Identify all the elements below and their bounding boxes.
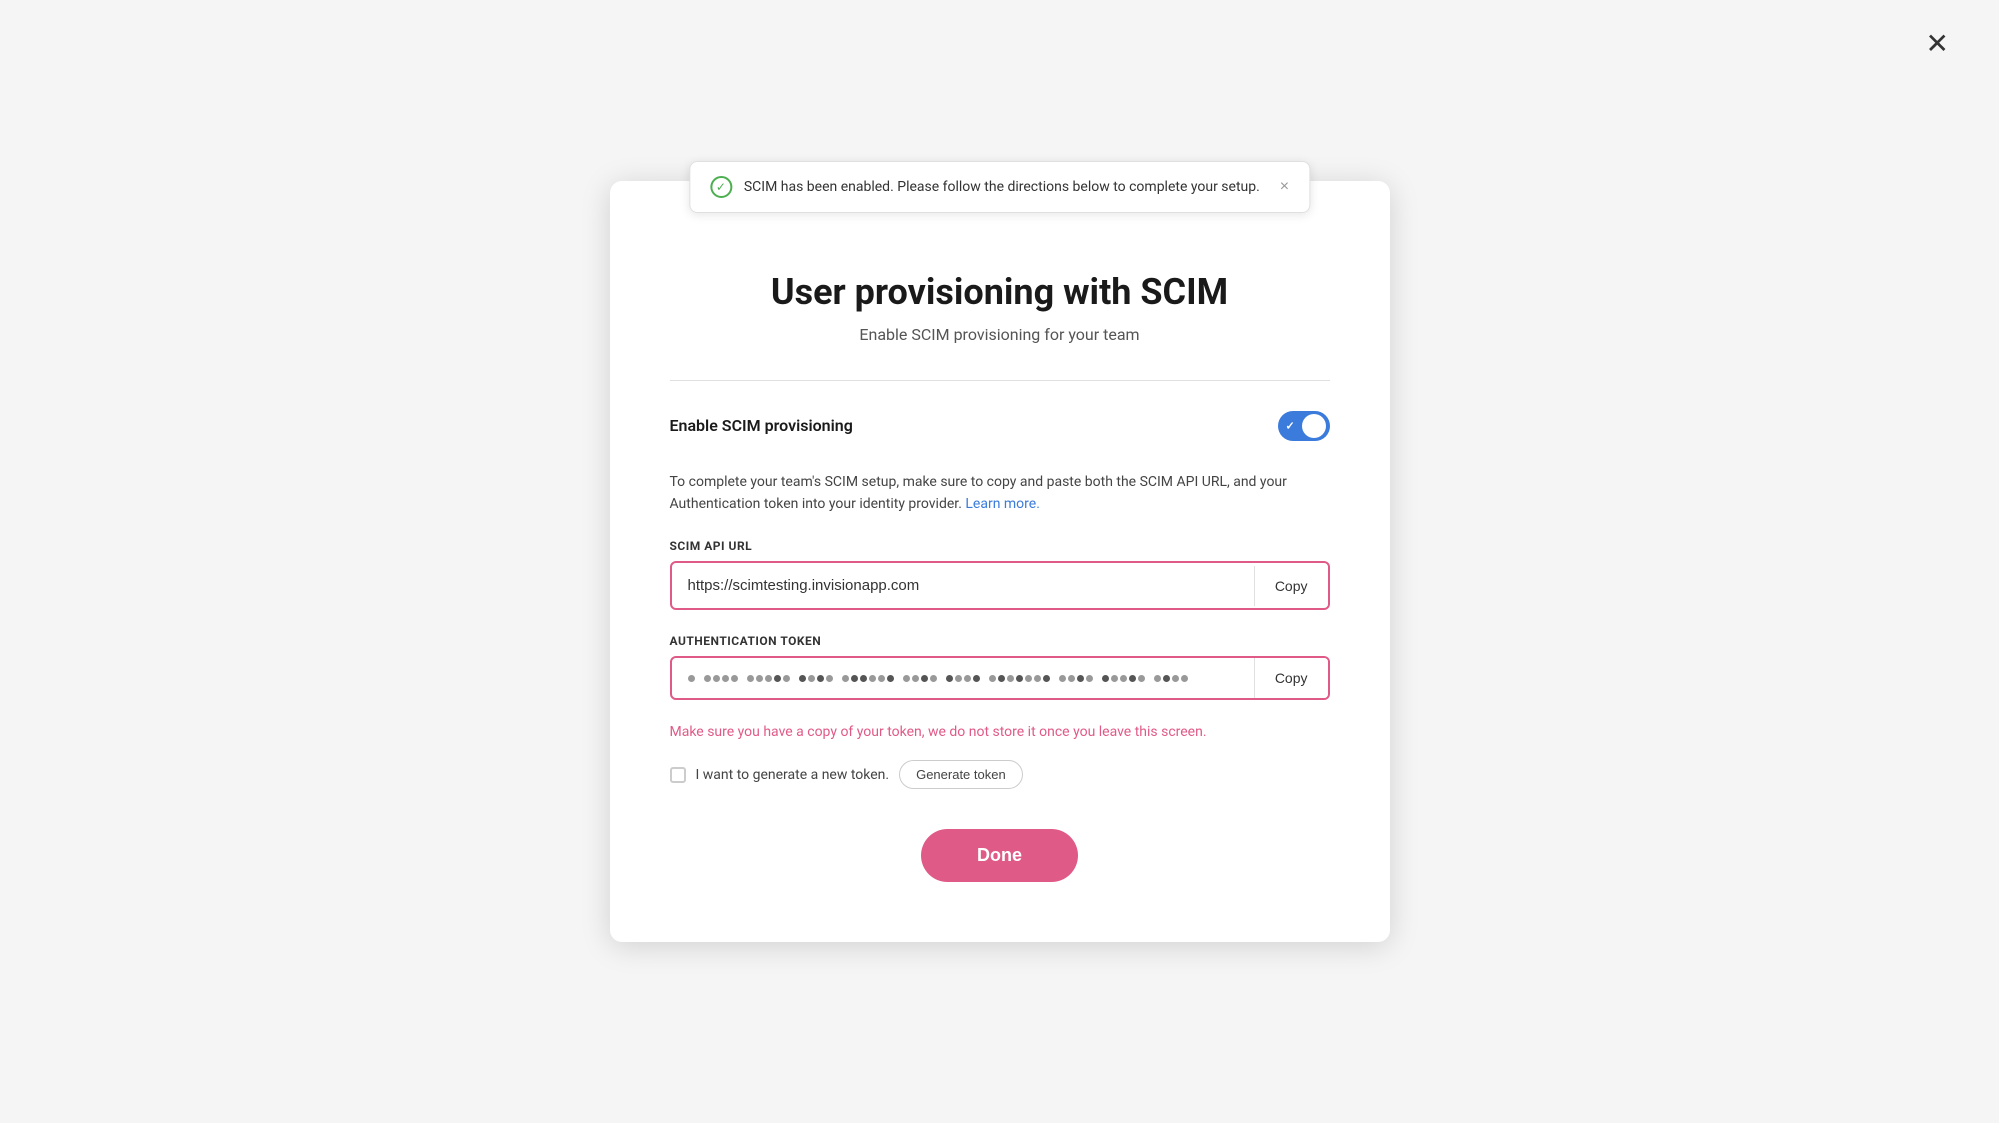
- scim-toggle[interactable]: ✓: [1278, 411, 1330, 441]
- scim-api-url-input[interactable]: [672, 563, 1254, 608]
- auth-token-copy-button[interactable]: Copy: [1254, 658, 1328, 698]
- description-text: To complete your team's SCIM setup, make…: [670, 471, 1330, 516]
- divider: [670, 380, 1330, 381]
- learn-more-link[interactable]: Learn more.: [965, 496, 1040, 512]
- auth-token-label: Authentication token: [670, 634, 1330, 648]
- warning-text: Make sure you have a copy of your token,…: [670, 724, 1330, 740]
- page-title: User provisioning with SCIM: [670, 271, 1330, 313]
- toast-message: SCIM has been enabled. Please follow the…: [744, 179, 1260, 195]
- toast-notification: ✓ SCIM has been enabled. Please follow t…: [689, 161, 1310, 213]
- done-button[interactable]: Done: [921, 829, 1078, 882]
- toggle-row: Enable SCIM provisioning ✓: [670, 411, 1330, 441]
- toggle-label: Enable SCIM provisioning: [670, 416, 853, 435]
- page-close-button[interactable]: ✕: [1926, 30, 1949, 58]
- scim-api-url-copy-button[interactable]: Copy: [1254, 566, 1328, 606]
- scim-api-url-field-wrapper: Copy: [670, 561, 1330, 610]
- modal: ✓ SCIM has been enabled. Please follow t…: [610, 181, 1390, 943]
- auth-token-dots: [672, 661, 1254, 696]
- scim-api-url-label: SCIM API URL: [670, 539, 1330, 553]
- generate-token-button[interactable]: Generate token: [899, 760, 1023, 789]
- toast-success-icon: ✓: [710, 176, 732, 198]
- toggle-check-icon: ✓: [1286, 419, 1295, 432]
- done-button-wrapper: Done: [670, 829, 1330, 882]
- page-subtitle: Enable SCIM provisioning for your team: [670, 325, 1330, 344]
- new-token-row: I want to generate a new token. Generate…: [670, 760, 1330, 789]
- toast-close-button[interactable]: ×: [1280, 178, 1289, 196]
- new-token-checkbox[interactable]: [670, 767, 686, 783]
- auth-token-field-wrapper: Copy: [670, 656, 1330, 700]
- new-token-label: I want to generate a new token.: [696, 767, 890, 783]
